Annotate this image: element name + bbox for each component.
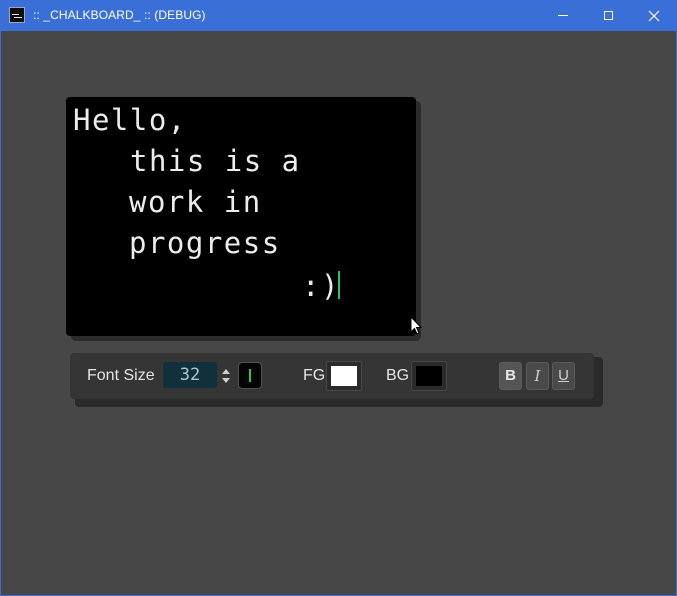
window-title: :: _CHALKBOARD_ :: (DEBUG) [33,8,206,22]
close-icon [648,10,660,22]
font-size-stepper-icon[interactable] [220,365,232,387]
font-size-label: Font Size [87,367,155,384]
board-line: this is a [130,144,301,178]
caret-icon [249,369,251,382]
chalkboard-app-icon [9,7,25,23]
fg-label: FG [303,367,326,384]
bg-color-fill [416,366,442,386]
title-bar[interactable]: :: _CHALKBOARD_ :: (DEBUG) [1,0,677,31]
app-window: :: _CHALKBOARD_ :: (DEBUG) Hello, this i… [0,0,677,596]
board-line: work in [129,185,262,219]
format-toolbar: Font Size 32 FG BG B I U [70,353,594,399]
maximize-icon [603,11,613,20]
font-size-input[interactable]: 32 [163,362,217,388]
bold-button[interactable]: B [499,362,522,390]
maximize-button[interactable] [585,0,631,31]
underline-button[interactable]: U [552,362,575,390]
fg-color-fill [331,366,357,386]
board-line: :) [302,269,340,303]
minimize-icon [558,15,568,16]
close-button[interactable] [631,0,677,31]
board-line: progress [129,226,281,260]
text-caret [338,271,340,299]
fg-color-swatch[interactable] [326,361,362,391]
mouse-pointer-icon [410,316,422,335]
board-line: Hello, [73,103,187,137]
italic-button[interactable]: I [526,362,549,390]
caret-color-picker[interactable] [238,362,262,389]
minimize-button[interactable] [540,0,586,31]
chalkboard-text-area[interactable]: Hello, this is a work in progress :) [66,97,416,336]
bg-label: BG [386,367,410,384]
bg-color-swatch[interactable] [411,361,447,391]
